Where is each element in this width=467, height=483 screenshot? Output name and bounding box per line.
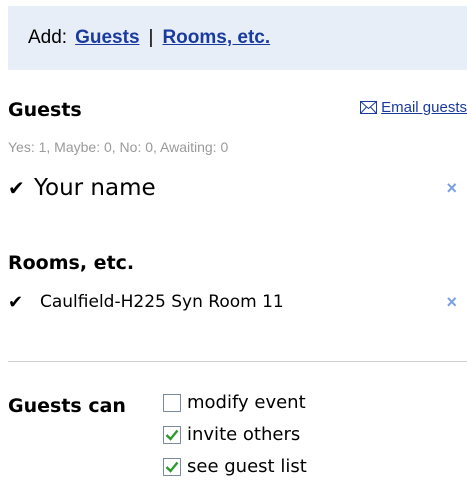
rooms-title: Rooms, etc. [8, 252, 135, 274]
add-separator: | [148, 27, 154, 48]
divider [8, 361, 467, 362]
permission-see-guest-list[interactable]: see guest list [163, 456, 307, 477]
add-rooms-link[interactable]: Rooms, etc. [162, 27, 270, 49]
guests-title: Guests [8, 99, 82, 121]
guest-name: Your name [34, 175, 156, 201]
checkmark-icon [165, 429, 179, 441]
add-label: Add: [28, 27, 68, 48]
email-guests-link[interactable]: Email guests [360, 99, 467, 116]
add-bar: Add: Guests | Rooms, etc. [8, 6, 467, 70]
add-guests-link[interactable]: Guests [75, 27, 139, 49]
permission-label: invite others [187, 424, 301, 445]
checkbox[interactable] [163, 425, 181, 444]
permission-invite-others[interactable]: invite others [163, 424, 300, 445]
room-name: Caulfield-H225 Syn Room 11 [40, 292, 284, 312]
room-row: ✔ Caulfield-H225 Syn Room 11 × [8, 288, 457, 316]
checkbox[interactable] [163, 393, 181, 412]
remove-room-icon[interactable]: × [446, 292, 457, 313]
check-icon: ✔ [8, 177, 25, 200]
rsvp-summary: Yes: 1, Maybe: 0, No: 0, Awaiting: 0 [8, 139, 229, 155]
remove-guest-icon[interactable]: × [446, 178, 457, 199]
checkmark-icon [165, 461, 179, 473]
check-icon: ✔ [8, 291, 24, 312]
envelope-icon [360, 101, 378, 114]
permission-label: modify event [187, 392, 306, 413]
email-guests-label[interactable]: Email guests [381, 99, 467, 116]
guest-row: ✔ Your name × [8, 172, 457, 204]
permission-modify-event[interactable]: modify event [163, 392, 306, 413]
permission-label: see guest list [187, 456, 307, 477]
checkbox[interactable] [163, 457, 181, 476]
guests-can-label: Guests can [8, 395, 126, 417]
